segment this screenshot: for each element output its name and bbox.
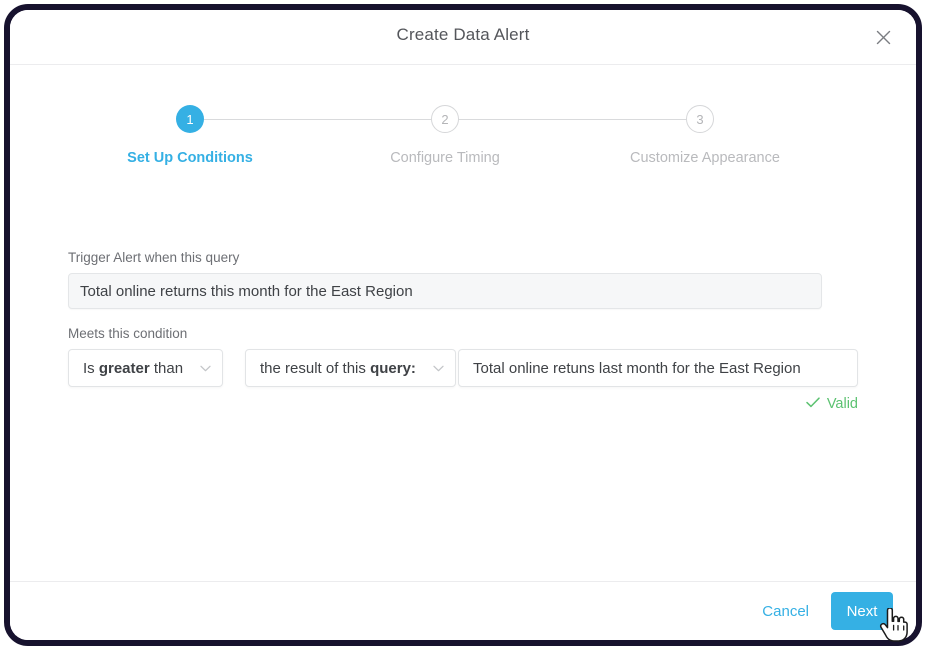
comparison-subject-select[interactable]: the result of this query:: [245, 349, 456, 387]
stepper: 1 Set Up Conditions 2 Configure Timing 3: [66, 105, 860, 195]
stepper-step-1[interactable]: 1 Set Up Conditions: [120, 105, 260, 166]
step-2-number: 2: [441, 111, 449, 127]
trigger-query-input[interactable]: Total online returns this month for the …: [68, 273, 822, 309]
operator-prefix: Is: [83, 359, 99, 377]
operator-select[interactable]: Is greater than: [68, 349, 223, 387]
create-data-alert-dialog: Create Data Alert 1 Set Up Conditions 2 …: [10, 10, 916, 640]
subject-emphasis: query:: [370, 359, 416, 377]
condition-row: Is greater than the result of this query…: [68, 349, 858, 387]
operator-select-value: Is greater than: [83, 360, 183, 377]
operator-emphasis: greater: [98, 359, 150, 377]
close-icon[interactable]: [870, 24, 896, 50]
stepper-track: 1 Set Up Conditions 2 Configure Timing 3: [66, 105, 860, 166]
operator-suffix: than: [149, 359, 184, 377]
step-2-label: Configure Timing: [390, 150, 500, 166]
stepper-connector-2-3: [451, 119, 706, 120]
step-3-number: 3: [696, 111, 704, 127]
step-1-circle: 1: [176, 105, 204, 133]
dialog-header: Create Data Alert: [10, 10, 916, 65]
alert-conditions-form: Trigger Alert when this query Total onli…: [68, 250, 858, 412]
trigger-query-value: Total online returns this month for the …: [80, 282, 413, 300]
status-badge: Valid: [68, 396, 858, 412]
chevron-down-icon: [433, 365, 444, 372]
stepper-step-3[interactable]: 3 Customize Appearance: [630, 105, 780, 166]
cancel-button[interactable]: Cancel: [762, 603, 809, 620]
step-3-circle: 3: [686, 105, 714, 133]
page-title: Create Data Alert: [396, 25, 530, 44]
comparison-subject-value: the result of this query:: [260, 360, 416, 377]
stepper-connector-1-2: [196, 119, 466, 120]
condition-label: Meets this condition: [68, 326, 188, 341]
comparison-query-value: Total online retuns last month for the E…: [473, 359, 801, 377]
step-1-label: Set Up Conditions: [127, 150, 253, 166]
step-2-circle: 2: [431, 105, 459, 133]
browser-window-frame: Create Data Alert 1 Set Up Conditions 2 …: [4, 4, 922, 646]
stepper-step-2[interactable]: 2 Configure Timing: [375, 105, 515, 166]
subject-prefix: the result of this: [260, 359, 371, 377]
trigger-query-label: Trigger Alert when this query: [68, 250, 240, 265]
step-1-number: 1: [186, 111, 194, 127]
next-button[interactable]: Next: [831, 592, 893, 630]
validity-label: Valid: [826, 396, 858, 412]
comparison-query-input[interactable]: Total online retuns last month for the E…: [458, 349, 858, 387]
step-3-label: Customize Appearance: [630, 150, 780, 166]
dialog-body: 1 Set Up Conditions 2 Configure Timing 3: [10, 65, 916, 581]
chevron-down-icon: [200, 365, 211, 372]
dialog-footer: Cancel Next: [10, 581, 916, 640]
check-icon: [806, 396, 820, 412]
